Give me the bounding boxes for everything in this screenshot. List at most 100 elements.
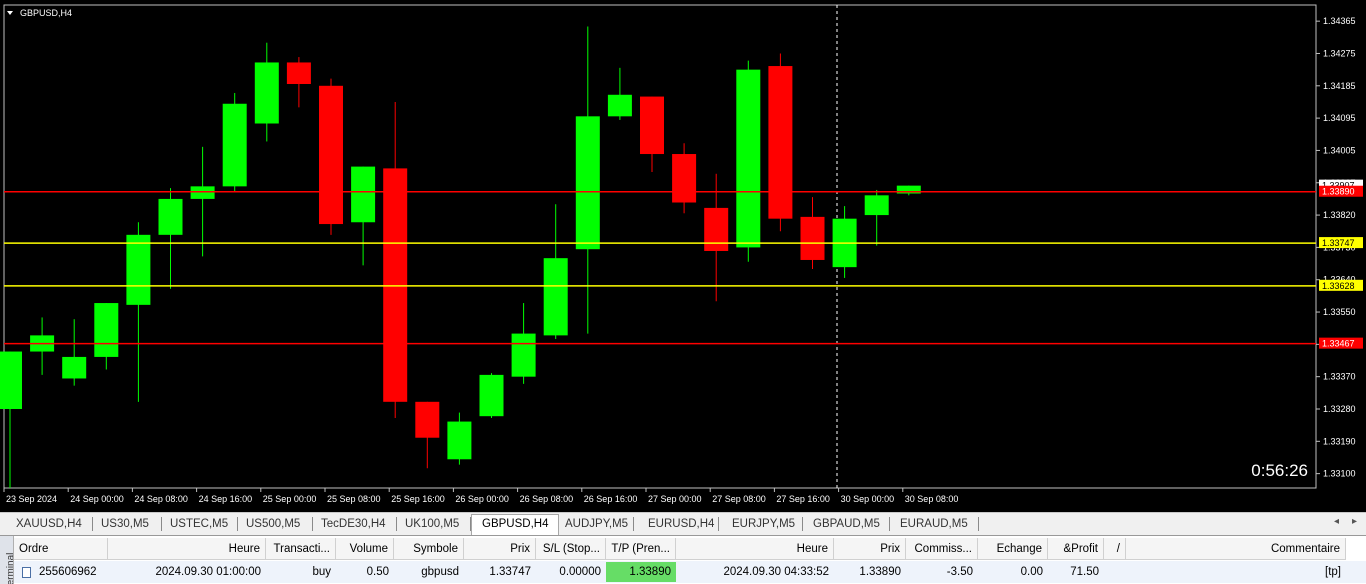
time-axis-label: 27 Sep 16:00 bbox=[776, 494, 830, 504]
price-axis-label: 1.33280 bbox=[1323, 404, 1356, 414]
terminal-panel: Terminal OrdreHeureTransacti...VolumeSym… bbox=[0, 535, 1366, 584]
cell-sl: 0.00000 bbox=[559, 566, 601, 578]
column-header[interactable]: / bbox=[1104, 538, 1126, 560]
candle-body bbox=[640, 96, 664, 155]
cell-open-time: 2024.09.30 01:00:00 bbox=[155, 566, 261, 578]
tab-eurjpy-m5[interactable]: EURJPY,M5 bbox=[732, 516, 795, 533]
hline-price-label: 1.33747 bbox=[1322, 238, 1355, 248]
column-header[interactable]: Heure bbox=[676, 538, 834, 560]
price-axis-label: 1.33100 bbox=[1323, 469, 1356, 479]
cell-tp: 1.33890 bbox=[629, 566, 671, 578]
time-axis-label: 24 Sep 08:00 bbox=[134, 494, 188, 504]
tab-separator bbox=[802, 517, 803, 531]
candle-body bbox=[62, 356, 87, 379]
candle-body bbox=[351, 166, 376, 223]
candle-body bbox=[672, 154, 697, 203]
candle-body bbox=[415, 401, 440, 438]
candle-body bbox=[126, 234, 151, 305]
price-axis-label: 1.34005 bbox=[1323, 145, 1356, 155]
candle-body bbox=[736, 69, 761, 248]
tab-tecde30-h4[interactable]: TecDE30,H4 bbox=[321, 516, 386, 533]
price-axis-label: 1.34365 bbox=[1323, 16, 1356, 26]
candle-body bbox=[768, 66, 793, 219]
time-axis-label: 26 Sep 08:00 bbox=[520, 494, 574, 504]
terminal-side-label: Terminal bbox=[5, 552, 14, 584]
column-header[interactable]: Volume bbox=[336, 538, 394, 560]
candle-body bbox=[190, 186, 215, 199]
column-header[interactable]: Echange bbox=[978, 538, 1048, 560]
candle-body bbox=[864, 195, 889, 216]
column-header[interactable]: T/P (Pren... bbox=[606, 538, 676, 560]
cell-swap: 0.00 bbox=[1020, 566, 1043, 578]
tab-separator bbox=[470, 517, 471, 531]
column-header[interactable]: Symbole bbox=[394, 538, 464, 560]
candle-body bbox=[222, 103, 247, 187]
price-axis-label: 1.33550 bbox=[1323, 307, 1356, 317]
tab-audjpy-m5[interactable]: AUDJPY,M5 bbox=[565, 516, 628, 533]
column-header[interactable]: Commiss... bbox=[906, 538, 978, 560]
cell-order: 255606962 bbox=[39, 566, 97, 578]
tab-separator bbox=[978, 517, 979, 531]
candle-body bbox=[607, 94, 632, 117]
candle-body bbox=[0, 351, 22, 409]
hline-price-label: 1.33467 bbox=[1322, 339, 1355, 349]
column-header[interactable]: Prix bbox=[834, 538, 906, 560]
column-header[interactable]: Prix bbox=[464, 538, 536, 560]
tab-separator bbox=[718, 517, 719, 531]
tab-separator bbox=[237, 517, 238, 531]
chart-menu-arrow-icon[interactable] bbox=[7, 11, 13, 15]
candle-body bbox=[254, 62, 279, 124]
price-axis-label: 1.33370 bbox=[1323, 372, 1356, 382]
column-header[interactable]: Transacti... bbox=[266, 538, 336, 560]
column-header[interactable]: Commentaire bbox=[1126, 538, 1346, 560]
time-axis-label: 27 Sep 00:00 bbox=[648, 494, 702, 504]
hline-price-label: 1.33628 bbox=[1322, 281, 1355, 291]
price-axis-label: 1.34185 bbox=[1323, 81, 1356, 91]
tab-gbpusd-h4[interactable]: GBPUSD,H4 bbox=[471, 514, 560, 536]
price-axis-label: 1.34275 bbox=[1323, 48, 1356, 58]
time-axis-label: 25 Sep 08:00 bbox=[327, 494, 381, 504]
column-header[interactable]: &Profit bbox=[1048, 538, 1104, 560]
candle-body bbox=[543, 258, 568, 336]
candlestick-chart[interactable]: 1.343651.342751.341851.340951.340051.339… bbox=[0, 0, 1366, 512]
time-axis-label: 25 Sep 16:00 bbox=[391, 494, 445, 504]
tab-separator bbox=[161, 517, 162, 531]
tab-separator bbox=[92, 517, 93, 531]
tab-scroll-left-icon[interactable]: ◂ bbox=[1334, 516, 1339, 527]
tab-eurusd-h4[interactable]: EURUSD,H4 bbox=[648, 516, 714, 533]
candle-body bbox=[94, 303, 119, 357]
candle-body bbox=[286, 62, 311, 85]
tab-separator bbox=[889, 517, 890, 531]
cell-volume: 0.50 bbox=[366, 566, 389, 578]
terminal-side-tab[interactable]: Terminal bbox=[0, 536, 14, 584]
time-axis-label: 30 Sep 00:00 bbox=[841, 494, 895, 504]
time-axis-label: 25 Sep 00:00 bbox=[263, 494, 317, 504]
tab-uk100-m5[interactable]: UK100,M5 bbox=[405, 516, 459, 533]
hline-price-label: 1.33890 bbox=[1322, 187, 1355, 197]
column-header[interactable]: S/L (Stop... bbox=[536, 538, 606, 560]
candle-body bbox=[447, 421, 472, 460]
candle-body bbox=[511, 333, 536, 377]
tab-scroll-right-icon[interactable]: ▸ bbox=[1352, 516, 1357, 527]
candle-body bbox=[704, 207, 729, 251]
tab-us30-m5[interactable]: US30,M5 bbox=[101, 516, 149, 533]
cell-price: 1.33747 bbox=[489, 566, 531, 578]
tab-ustec-m5[interactable]: USTEC,M5 bbox=[170, 516, 228, 533]
tab-xauusd-h4[interactable]: XAUUSD,H4 bbox=[16, 516, 82, 533]
tab-us500-m5[interactable]: US500,M5 bbox=[246, 516, 300, 533]
column-header[interactable]: Ordre bbox=[14, 538, 108, 560]
column-header[interactable]: Heure bbox=[108, 538, 266, 560]
tab-euraud-m5[interactable]: EURAUD,M5 bbox=[900, 516, 968, 533]
cell-current-price: 1.33890 bbox=[859, 566, 901, 578]
chart-area[interactable]: 1.343651.342751.341851.340951.340051.339… bbox=[0, 0, 1366, 512]
cell-commission: -3.50 bbox=[946, 566, 973, 578]
candle-body bbox=[319, 85, 343, 225]
tab-separator bbox=[633, 517, 634, 531]
cell-type: buy bbox=[312, 566, 331, 578]
candle-body bbox=[158, 198, 183, 235]
tab-gbpaud-m5[interactable]: GBPAUD,M5 bbox=[813, 516, 880, 533]
time-axis-label: 26 Sep 00:00 bbox=[455, 494, 509, 504]
tab-separator bbox=[396, 517, 397, 531]
time-axis-label: 24 Sep 16:00 bbox=[199, 494, 253, 504]
cell-symbol: gbpusd bbox=[421, 566, 459, 578]
